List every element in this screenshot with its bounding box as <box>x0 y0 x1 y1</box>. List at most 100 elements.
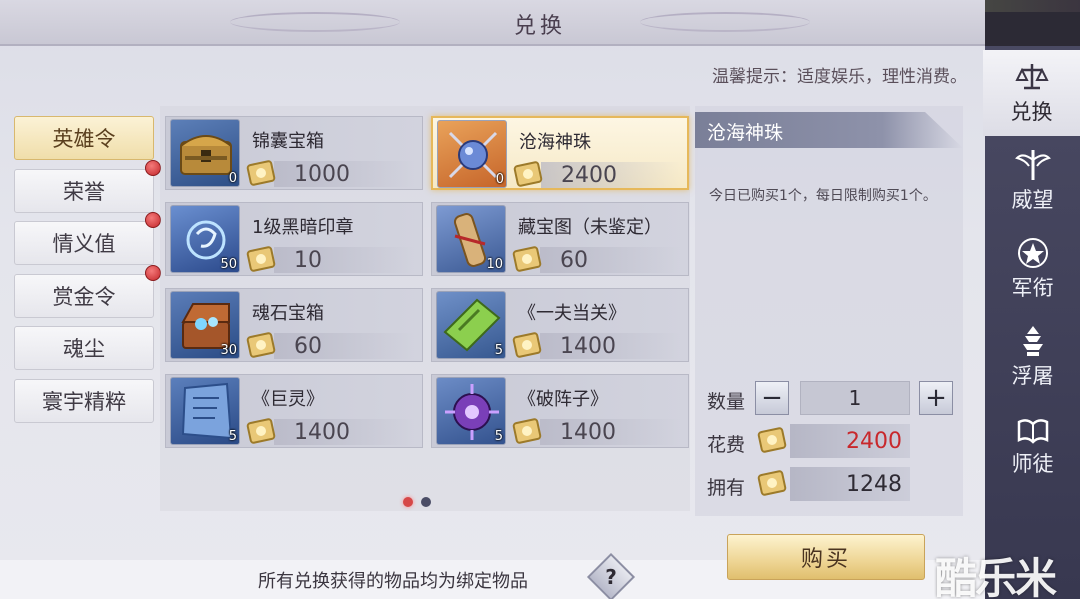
item-quantity: 50 <box>220 257 237 272</box>
quantity-label: 数量 <box>707 391 746 413</box>
shop-item[interactable]: 5 《破阵子》 1400 <box>431 374 689 448</box>
hero-token-icon <box>246 160 276 186</box>
item-name: 魂石宝箱 <box>252 303 324 324</box>
tab-label: 浮屠 <box>1011 364 1054 388</box>
tab-label: 师徒 <box>1011 452 1054 476</box>
book-icon <box>1017 419 1048 444</box>
shop-item[interactable]: 30 魂石宝箱 60 <box>165 288 423 362</box>
item-price: 60 <box>560 248 588 273</box>
category-hero-token[interactable]: 英雄令 <box>14 116 154 160</box>
item-name: 《一夫当关》 <box>518 303 626 324</box>
dark-seal-icon: 50 <box>170 205 240 273</box>
page-dot[interactable] <box>421 497 431 507</box>
hero-token-icon <box>512 418 542 444</box>
green-scroll-icon: 5 <box>436 291 506 359</box>
item-grid: 0 锦囊宝箱 1000 0 沧海神珠 2400 50 1级黑暗印章 10 10 … <box>160 106 690 511</box>
item-name: 锦囊宝箱 <box>252 131 324 152</box>
category-bounty[interactable]: 赏金令 <box>14 264 161 318</box>
pagoda-icon <box>1022 326 1043 356</box>
shop-item[interactable]: 50 1级黑暗印章 10 <box>165 202 423 276</box>
item-price: 2400 <box>561 163 617 188</box>
tab-label: 军衔 <box>1011 276 1054 300</box>
winged-sword-icon <box>1014 150 1051 180</box>
scales-icon <box>1014 64 1049 90</box>
category-honor[interactable]: 荣誉 <box>14 159 161 213</box>
tab-label: 兑换 <box>1010 100 1053 124</box>
item-price: 60 <box>294 334 322 359</box>
item-quantity: 5 <box>228 429 237 444</box>
category-friendship[interactable]: 情义值 <box>14 212 161 265</box>
category-label: 荣誉 <box>63 179 105 204</box>
category-list: 英雄令 荣誉 情义值 赏金令 魂尘 寰宇精粹 <box>14 116 161 431</box>
tab-pagoda[interactable]: 浮屠 <box>985 314 1080 400</box>
cost-value: 2400 <box>790 424 910 458</box>
shop-item[interactable]: 5 《巨灵》 1400 <box>165 374 423 448</box>
tip-text: 温馨提示：适度娱乐，理性消费。 <box>712 67 967 87</box>
item-detail-panel: 沧海神珠 今日已购买1个，每日限制购买1个。 数量 − 1 + 花费 2400 … <box>695 106 963 516</box>
hero-token-icon <box>757 470 787 496</box>
shop-item[interactable]: 10 藏宝图（未鉴定） 60 <box>431 202 689 276</box>
category-label: 英雄令 <box>52 127 116 151</box>
item-name: 藏宝图（未鉴定） <box>518 217 662 238</box>
treasure-chest-icon: 0 <box>170 119 240 187</box>
page-indicator <box>403 492 439 511</box>
buy-button[interactable]: 购买 <box>727 534 925 580</box>
item-price: 1000 <box>294 162 350 187</box>
watermark-logo: 酷乐米 <box>935 554 1057 599</box>
question-icon: ? <box>605 565 617 589</box>
shop-item[interactable]: 0 锦囊宝箱 1000 <box>165 116 423 190</box>
category-cosmos-essence[interactable]: 寰宇精粹 <box>14 378 154 423</box>
plus-icon: + <box>925 383 947 413</box>
decrease-button[interactable]: − <box>755 381 789 415</box>
hero-token-icon <box>246 332 276 358</box>
shop-item-selected[interactable]: 0 沧海神珠 2400 <box>431 116 689 190</box>
pearl-icon: 0 <box>437 120 507 188</box>
side-tab-bar: 兑换 威望 军衔 浮屠 师徒 <box>983 46 1080 599</box>
item-quantity: 10 <box>486 257 503 272</box>
item-name: 沧海神珠 <box>519 132 591 153</box>
item-price: 10 <box>294 248 322 273</box>
hero-token-icon <box>512 246 542 272</box>
tab-military-rank[interactable]: 军衔 <box>985 226 1080 312</box>
item-name: 《巨灵》 <box>252 389 324 410</box>
quantity-field[interactable]: 1 <box>800 381 910 415</box>
category-soul-dust[interactable]: 魂尘 <box>14 326 154 370</box>
blue-tablet-icon: 5 <box>170 377 240 445</box>
notification-dot <box>145 212 161 228</box>
item-quantity: 5 <box>494 343 503 358</box>
item-price: 1400 <box>560 420 616 445</box>
category-label: 寰宇精粹 <box>42 389 126 414</box>
item-price: 1400 <box>560 334 616 359</box>
notification-dot <box>145 264 161 281</box>
detail-item-name: 沧海神珠 <box>707 122 784 144</box>
increase-button[interactable]: + <box>919 381 953 415</box>
item-name: 1级黑暗印章 <box>252 217 354 238</box>
quantity-value: 1 <box>848 386 862 410</box>
tab-mentorship[interactable]: 师徒 <box>985 402 1080 488</box>
category-label: 情义值 <box>52 232 116 256</box>
minus-icon: − <box>761 383 783 413</box>
tab-label: 威望 <box>1011 188 1054 212</box>
cost-amount: 2400 <box>846 428 902 454</box>
item-quantity: 0 <box>495 172 504 187</box>
page-title: 兑换 <box>513 14 566 39</box>
cost-label: 花费 <box>707 434 746 456</box>
detail-description: 今日已购买1个，每日限制购买1个。 <box>709 188 937 204</box>
shop-item[interactable]: 5 《一夫当关》 1400 <box>431 288 689 362</box>
item-quantity: 0 <box>228 171 237 186</box>
item-name: 《破阵子》 <box>518 389 608 410</box>
notification-dot <box>145 159 161 176</box>
hero-token-icon <box>757 427 787 453</box>
footer-note: 所有兑换获得的物品均为绑定物品 <box>258 571 528 592</box>
tab-exchange[interactable]: 兑换 <box>983 50 1080 136</box>
owned-label: 拥有 <box>707 477 746 499</box>
exchange-panel: 温馨提示：适度娱乐，理性消费。 英雄令 荣誉 情义值 赏金令 魂尘 寰宇精粹 0… <box>0 0 985 599</box>
star-badge-icon <box>1017 238 1048 268</box>
tab-prestige[interactable]: 威望 <box>985 138 1080 224</box>
hero-token-icon <box>246 246 276 272</box>
category-label: 魂尘 <box>63 337 105 361</box>
owned-amount: 1248 <box>846 471 902 497</box>
hero-token-icon <box>246 418 276 444</box>
category-label: 赏金令 <box>52 284 116 309</box>
page-dot-active[interactable] <box>403 497 413 507</box>
